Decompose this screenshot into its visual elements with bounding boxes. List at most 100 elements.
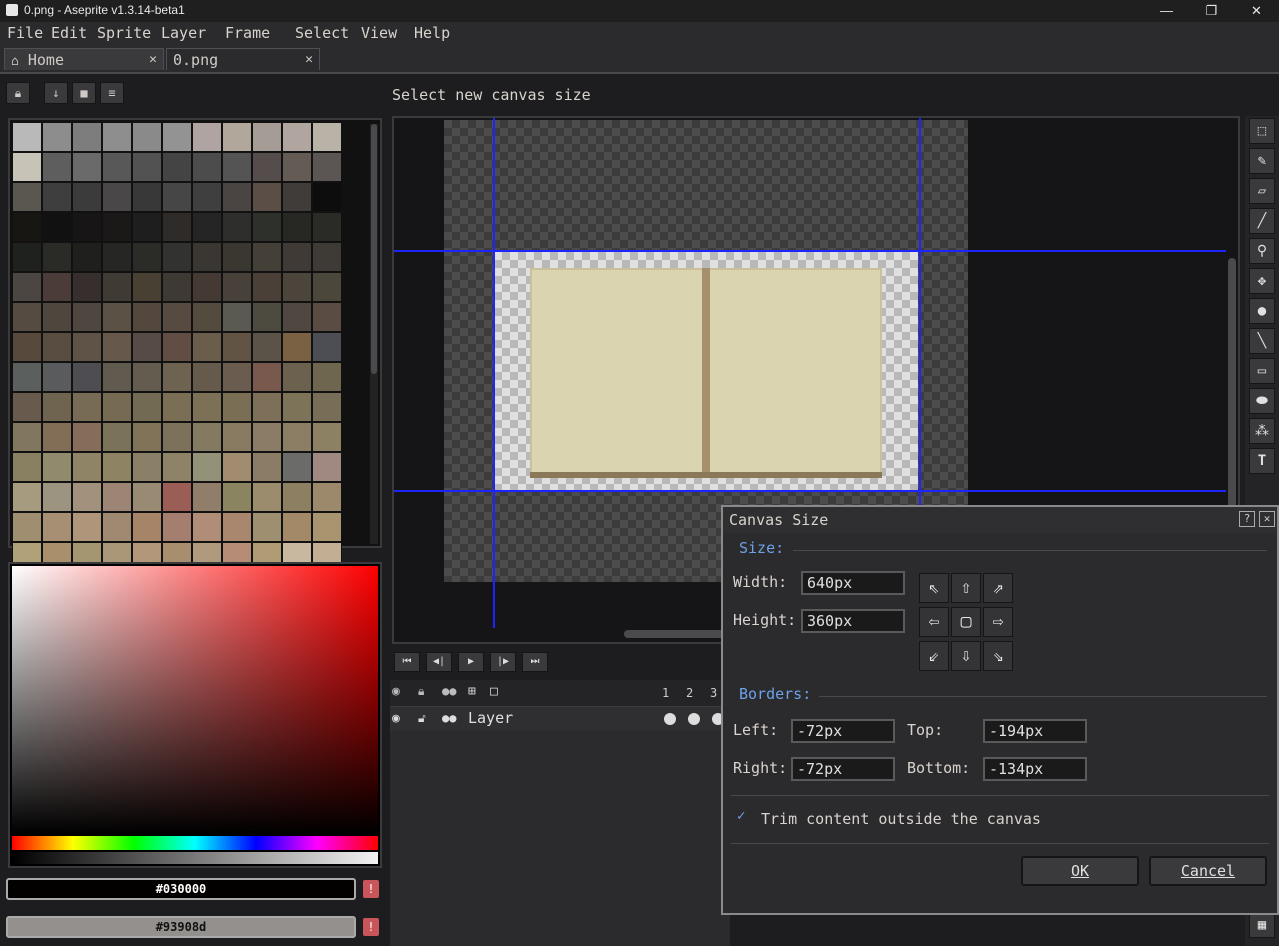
palette-swatch[interactable]	[312, 152, 342, 182]
add-layer-icon[interactable]: □	[490, 684, 498, 699]
palette-swatch[interactable]	[102, 392, 132, 422]
palette-swatch[interactable]	[132, 212, 162, 242]
palette-swatch[interactable]	[42, 122, 72, 152]
palette-swatch[interactable]	[72, 152, 102, 182]
palette-swatch[interactable]	[162, 122, 192, 152]
palette-swatch[interactable]	[222, 362, 252, 392]
frame-number-3[interactable]: 3	[710, 686, 717, 700]
saturation-value-area[interactable]	[12, 566, 378, 834]
palette-swatch[interactable]	[102, 212, 132, 242]
palette-swatch[interactable]	[312, 512, 342, 542]
palette-swatch[interactable]	[132, 302, 162, 332]
palette-swatch[interactable]	[12, 122, 42, 152]
palette-swatch[interactable]	[42, 182, 72, 212]
eraser-tool-icon[interactable]: ▱	[1249, 178, 1275, 204]
palette-presets-icon[interactable]: ■	[72, 82, 96, 104]
palette-swatch[interactable]	[12, 272, 42, 302]
palette-swatch[interactable]	[282, 182, 312, 212]
timeline-toggle-icon[interactable]: ▦	[1249, 912, 1275, 938]
palette-swatch[interactable]	[102, 272, 132, 302]
bottom-border-field[interactable]: -134px	[983, 757, 1087, 781]
palette-swatch[interactable]	[102, 362, 132, 392]
layer-lock-icon[interactable]: 🔓︎	[418, 711, 426, 726]
palette-swatch[interactable]	[192, 362, 222, 392]
palette-swatch[interactable]	[72, 242, 102, 272]
palette-swatch[interactable]	[192, 122, 222, 152]
palette-swatch[interactable]	[102, 152, 132, 182]
frame-number-1[interactable]: 1	[662, 686, 669, 700]
palette-swatch[interactable]	[102, 122, 132, 152]
anchor-top-icon[interactable]: ⇧	[951, 573, 981, 603]
palette-swatch[interactable]	[282, 332, 312, 362]
palette-swatch[interactable]	[12, 302, 42, 332]
palette-swatch[interactable]	[42, 482, 72, 512]
palette-swatch[interactable]	[132, 392, 162, 422]
palette-swatch[interactable]	[72, 362, 102, 392]
next-frame-button[interactable]: |▶	[490, 652, 516, 672]
anchor-top-right-icon[interactable]: ⇗	[983, 573, 1013, 603]
palette-swatch[interactable]	[282, 122, 312, 152]
anchor-left-icon[interactable]: ⇦	[919, 607, 949, 637]
palette-swatch[interactable]	[222, 152, 252, 182]
first-frame-button[interactable]: ⏮	[394, 652, 420, 672]
dialog-help-button[interactable]: ?	[1239, 511, 1255, 527]
palette-swatch[interactable]	[312, 482, 342, 512]
cel-frame-2[interactable]	[688, 713, 700, 725]
palette-swatch[interactable]	[42, 422, 72, 452]
palette-swatch[interactable]	[72, 302, 102, 332]
anchor-bottom-icon[interactable]: ⇩	[951, 641, 981, 671]
palette-swatch[interactable]	[12, 212, 42, 242]
palette-swatch[interactable]	[12, 362, 42, 392]
fg-color-warning-icon[interactable]: !	[363, 880, 379, 898]
move-tool-icon[interactable]: ✥	[1249, 268, 1275, 294]
layer-row[interactable]: ◉ 🔓︎ ●● Layer	[390, 707, 730, 731]
palette-swatch[interactable]	[222, 482, 252, 512]
palette-swatch[interactable]	[162, 272, 192, 302]
palette-swatch[interactable]	[12, 422, 42, 452]
last-frame-button[interactable]: ⏭	[522, 652, 548, 672]
dialog-title-bar[interactable]: Canvas Size ? ✕	[723, 507, 1277, 533]
minimize-button[interactable]: —	[1144, 0, 1189, 22]
palette-swatch[interactable]	[132, 422, 162, 452]
palette-swatch[interactable]	[222, 122, 252, 152]
palette-swatch[interactable]	[12, 482, 42, 512]
palette-swatch[interactable]	[192, 332, 222, 362]
cel-frame-1[interactable]	[664, 713, 676, 725]
palette-swatch[interactable]	[312, 122, 342, 152]
menu-view[interactable]: View	[361, 24, 397, 42]
palette-swatch[interactable]	[192, 422, 222, 452]
palette-swatch[interactable]	[252, 512, 282, 542]
palette-swatch[interactable]	[102, 332, 132, 362]
palette-swatch[interactable]	[192, 482, 222, 512]
palette-swatch[interactable]	[252, 212, 282, 242]
anchor-center-icon[interactable]: ▢	[951, 607, 981, 637]
right-border-field[interactable]: -72px	[791, 757, 895, 781]
menu-frame[interactable]: Frame	[225, 24, 270, 42]
tab-home[interactable]: ⌂ Home ✕	[4, 48, 164, 70]
palette-swatch[interactable]	[12, 242, 42, 272]
palette-swatch[interactable]	[222, 182, 252, 212]
menu-help[interactable]: Help	[414, 24, 450, 42]
palette-swatch[interactable]	[132, 362, 162, 392]
palette-swatch[interactable]	[312, 362, 342, 392]
palette-swatch[interactable]	[162, 392, 192, 422]
palette-swatch[interactable]	[222, 512, 252, 542]
bg-color-warning-icon[interactable]: !	[363, 918, 379, 936]
lock-palette-icon[interactable]: 🔒︎	[6, 82, 30, 104]
anchor-bottom-right-icon[interactable]: ⇘	[983, 641, 1013, 671]
palette-swatch[interactable]	[72, 392, 102, 422]
tab-0png[interactable]: 0.png ✕	[166, 48, 320, 70]
cancel-button[interactable]: Cancel	[1149, 856, 1267, 886]
palette-options-icon[interactable]: ≡	[100, 82, 124, 104]
palette-swatch[interactable]	[282, 512, 312, 542]
top-border-field[interactable]: -194px	[983, 719, 1087, 743]
palette-swatch[interactable]	[252, 272, 282, 302]
palette-swatch[interactable]	[132, 512, 162, 542]
palette-swatch[interactable]	[42, 242, 72, 272]
menu-file[interactable]: File	[7, 24, 43, 42]
layer-continuous-icon[interactable]: ●●	[442, 711, 456, 725]
palette-swatch[interactable]	[192, 512, 222, 542]
palette-sort-icon[interactable]: ↓	[44, 82, 68, 104]
palette-swatch[interactable]	[12, 512, 42, 542]
palette-swatch[interactable]	[72, 272, 102, 302]
